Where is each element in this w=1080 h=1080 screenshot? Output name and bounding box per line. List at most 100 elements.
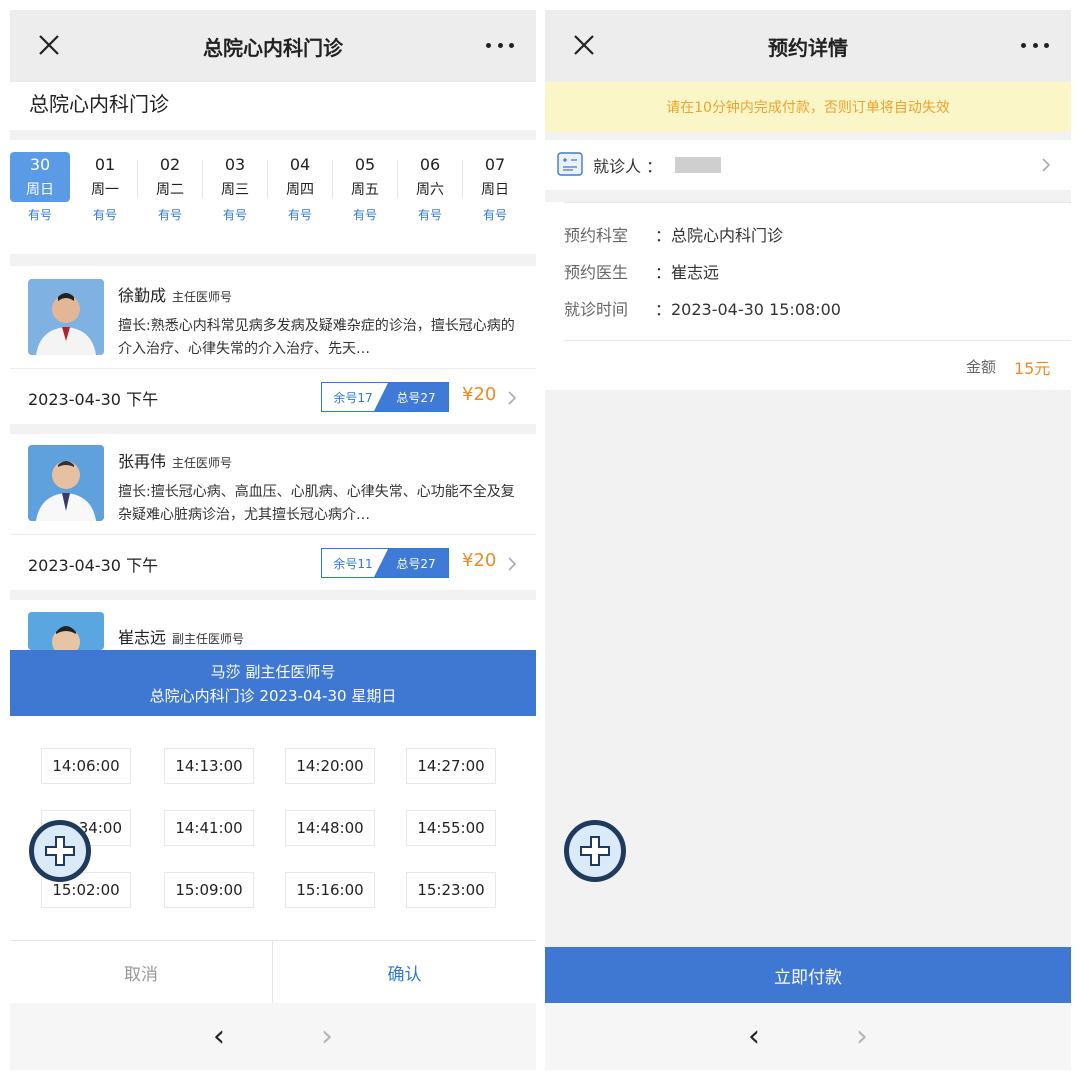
popup-dept-date: 总院心内科门诊 2023-04-30 星期日: [149, 687, 397, 705]
amount-value: 15元: [1014, 359, 1051, 378]
forward-icon[interactable]: ›: [856, 1019, 868, 1054]
dept-heading: 总院心内科门诊: [29, 92, 169, 116]
time-slot[interactable]: 14:41:00: [164, 810, 254, 846]
date-tab-06[interactable]: 06 周六 有号: [400, 152, 460, 230]
page-title: 总院心内科门诊: [203, 35, 343, 60]
divider: [462, 160, 463, 198]
doctor-photo: [28, 612, 104, 650]
info-label: 就诊时间: [564, 300, 629, 319]
more-icon[interactable]: [1021, 43, 1049, 51]
time-slot[interactable]: 14:55:00: [406, 810, 496, 846]
quota-badge: 余号17 总号27: [321, 382, 449, 412]
date-tab-04[interactable]: 04 周四 有号: [270, 152, 330, 230]
date-num: 30: [29, 155, 51, 174]
date-tab-02[interactable]: 02 周二 有号: [140, 152, 200, 230]
divider: [564, 340, 1071, 341]
date-availability: 有号: [157, 208, 182, 222]
date-availability: 有号: [92, 208, 117, 222]
confirm-button[interactable]: 确认: [273, 940, 536, 1003]
time-slot[interactable]: 14:48:00: [285, 810, 375, 846]
payment-warning: 请在10分钟内完成付款，否则订单将自动失效: [545, 82, 1071, 132]
titlebar: 总院心内科门诊: [10, 10, 536, 82]
doctor-photo: [28, 279, 104, 355]
divider: [10, 130, 536, 140]
doctor-specialty: 擅长:熟悉心内科常见病多发病及疑难杂症的诊治，擅长冠心病的介入治疗、心律失常的介…: [118, 318, 515, 357]
date-availability: 有号: [482, 208, 507, 222]
time-picker-header: 马莎 副主任医师号 总院心内科门诊 2023-04-30 星期日: [10, 650, 536, 716]
left-screen: 总院心内科门诊 总院心内科门诊 30 周日 有号 01 周一 有号 02 周二 …: [10, 10, 536, 1070]
date-num: 07: [484, 155, 506, 174]
date-tab-05[interactable]: 05 周五 有号: [335, 152, 395, 230]
patient-name-redacted: [675, 157, 721, 173]
date-weekday: 周六: [416, 182, 444, 198]
time-slot[interactable]: 14:20:00: [285, 748, 375, 784]
quota-badge: 余号11 总号27: [321, 548, 449, 578]
doctor-rank: 主任医师号: [172, 456, 233, 470]
date-weekday: 周一: [91, 182, 119, 198]
divider: [10, 368, 536, 369]
date-num: 02: [159, 155, 181, 174]
date-weekday: 周日: [481, 182, 509, 198]
plus-fab-icon[interactable]: [564, 820, 626, 882]
doctor-photo: [28, 445, 104, 521]
time-slot[interactable]: 15:23:00: [406, 872, 496, 908]
remaining-count: 余号17: [322, 383, 384, 411]
divider: [332, 160, 333, 198]
doctor-rank: 副主任医师号: [172, 632, 245, 646]
info-value: ：崔志远: [655, 263, 720, 282]
amount-label: 金额: [966, 358, 997, 376]
divider: [397, 160, 398, 198]
plus-fab-icon[interactable]: [29, 820, 91, 882]
time-slot[interactable]: 14:27:00: [406, 748, 496, 784]
back-icon[interactable]: ‹: [748, 1019, 760, 1054]
date-availability: 有号: [352, 208, 377, 222]
time-slot[interactable]: 14:13:00: [164, 748, 254, 784]
time-slot[interactable]: 14:06:00: [41, 748, 131, 784]
divider: [267, 160, 268, 198]
date-weekday: 周二: [156, 182, 184, 198]
info-label: 预约科室: [564, 226, 629, 245]
date-availability: 有号: [222, 208, 247, 222]
date-num: 06: [419, 155, 441, 174]
date-num: 01: [94, 155, 116, 174]
date-availability: 有号: [417, 208, 442, 222]
more-icon[interactable]: [486, 43, 514, 51]
date-tab-01[interactable]: 01 周一 有号: [75, 152, 135, 230]
date-tab-30[interactable]: 30 周日 有号: [10, 152, 70, 230]
date-weekday: 周三: [221, 182, 249, 198]
cancel-button[interactable]: 取消: [10, 940, 273, 1003]
date-tab-07[interactable]: 07 周日 有号: [465, 152, 525, 230]
back-icon[interactable]: ‹: [213, 1019, 225, 1054]
divider: [564, 202, 1071, 203]
date-weekday: 周四: [286, 182, 314, 198]
popup-doctor: 马莎 副主任医师号: [210, 663, 336, 681]
divider: [137, 160, 138, 198]
remaining-count: 余号11: [322, 549, 384, 577]
info-label: 预约医生: [564, 263, 629, 282]
divider: [202, 160, 203, 198]
doctor-name: 崔志远 副主任医师号: [118, 628, 245, 647]
date-num: 05: [354, 155, 376, 174]
price: ¥20: [462, 550, 497, 571]
price: ¥20: [462, 384, 497, 405]
time-slot[interactable]: 15:16:00: [285, 872, 375, 908]
info-value: ：总院心内科门诊: [655, 226, 784, 245]
page-title: 预约详情: [768, 35, 848, 60]
close-icon[interactable]: [569, 30, 599, 60]
date-weekday: 周五: [351, 182, 379, 198]
chevron-right-icon: [1042, 158, 1051, 172]
pay-now-button[interactable]: 立即付款: [545, 947, 1071, 1003]
chevron-right-icon: [508, 557, 517, 571]
info-value: ：2023-04-30 15:08:00: [655, 300, 841, 319]
total-count: 总号27: [374, 383, 448, 411]
time-slot[interactable]: 15:09:00: [164, 872, 254, 908]
close-icon[interactable]: [34, 30, 64, 60]
divider: [10, 590, 536, 600]
date-weekday: 周日: [26, 182, 54, 198]
divider: [10, 254, 536, 266]
date-tab-03[interactable]: 03 周三 有号: [205, 152, 265, 230]
date-availability: 有号: [287, 208, 312, 222]
chevron-right-icon: [508, 391, 517, 405]
patient-row[interactable]: 就诊人 ：: [545, 140, 1071, 190]
forward-icon[interactable]: ›: [321, 1019, 333, 1054]
